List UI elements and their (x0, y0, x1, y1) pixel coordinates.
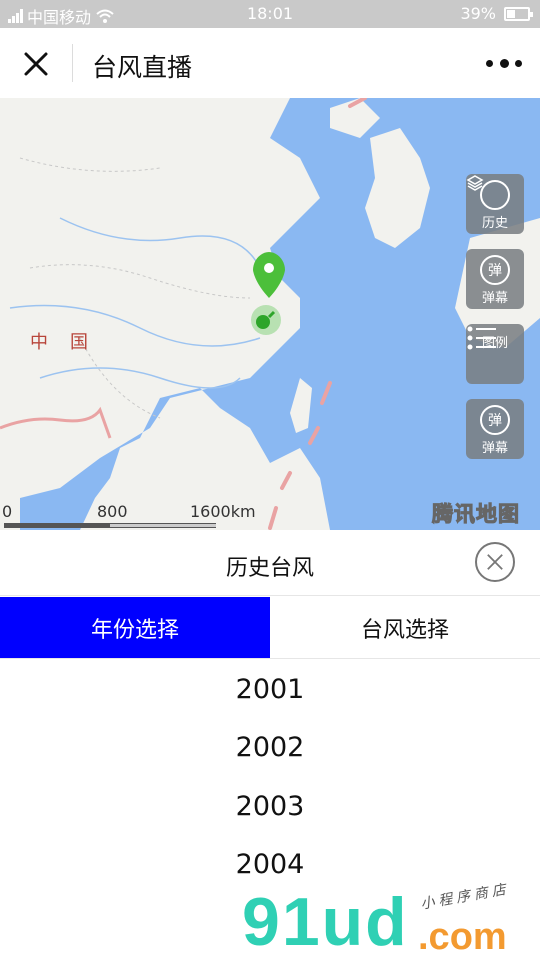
close-panel-icon[interactable] (475, 542, 515, 582)
history-button[interactable]: 历史 (466, 174, 524, 234)
map-attribution: 腾讯地图 (432, 502, 520, 527)
watermark-suffix: .com (418, 916, 507, 958)
status-time: 18:01 (246, 4, 294, 23)
page-title: 台风直播 (92, 53, 193, 82)
status-right: 39% (460, 4, 533, 23)
year-list: 2001 2002 2003 2004 (0, 660, 540, 894)
list-item[interactable]: 2003 (0, 777, 540, 836)
battery-percent: 39% (460, 4, 496, 23)
watermark-brand: 91ud (242, 884, 409, 960)
more-icon[interactable] (486, 56, 522, 70)
country-label: 中国 (30, 332, 110, 353)
tab-year-select[interactable]: 年份选择 (0, 597, 270, 658)
barrage-icon: 弹 (480, 255, 510, 285)
map-canvas (0, 98, 540, 530)
list-icon (467, 326, 496, 350)
nav-divider (72, 44, 73, 82)
map-scale: 0 800 1600km (0, 502, 270, 530)
barrage-button[interactable]: 弹 弹幕 (466, 249, 524, 309)
tab-typhoon-select[interactable]: 台风选择 (270, 597, 540, 658)
list-item[interactable]: 2001 (0, 660, 540, 719)
nav-bar: 台风直播 (0, 28, 540, 98)
list-item[interactable]: 2002 (0, 719, 540, 778)
typhoon-live-screen: 中国移动 18:01 39% 台风直播 中国 历史 弹 弹幕 图例 弹 弹幕 0… (0, 0, 540, 960)
legend-button[interactable]: 图例 (466, 324, 524, 384)
typhoon-map[interactable]: 中国 历史 弹 弹幕 图例 弹 弹幕 (0, 98, 540, 530)
barrage-icon: 弹 (480, 405, 510, 435)
close-icon[interactable] (18, 46, 54, 82)
history-panel-header: 历史台风 (0, 530, 540, 596)
panel-tabs: 年份选择 台风选择 (0, 597, 540, 659)
panel-title: 历史台风 (225, 556, 314, 581)
scale-bar (4, 523, 216, 528)
battery-icon (504, 6, 533, 21)
barrage-button-2[interactable]: 弹 弹幕 (466, 399, 524, 459)
layers-icon (466, 175, 510, 210)
status-bar: 中国移动 18:01 39% (0, 0, 540, 28)
